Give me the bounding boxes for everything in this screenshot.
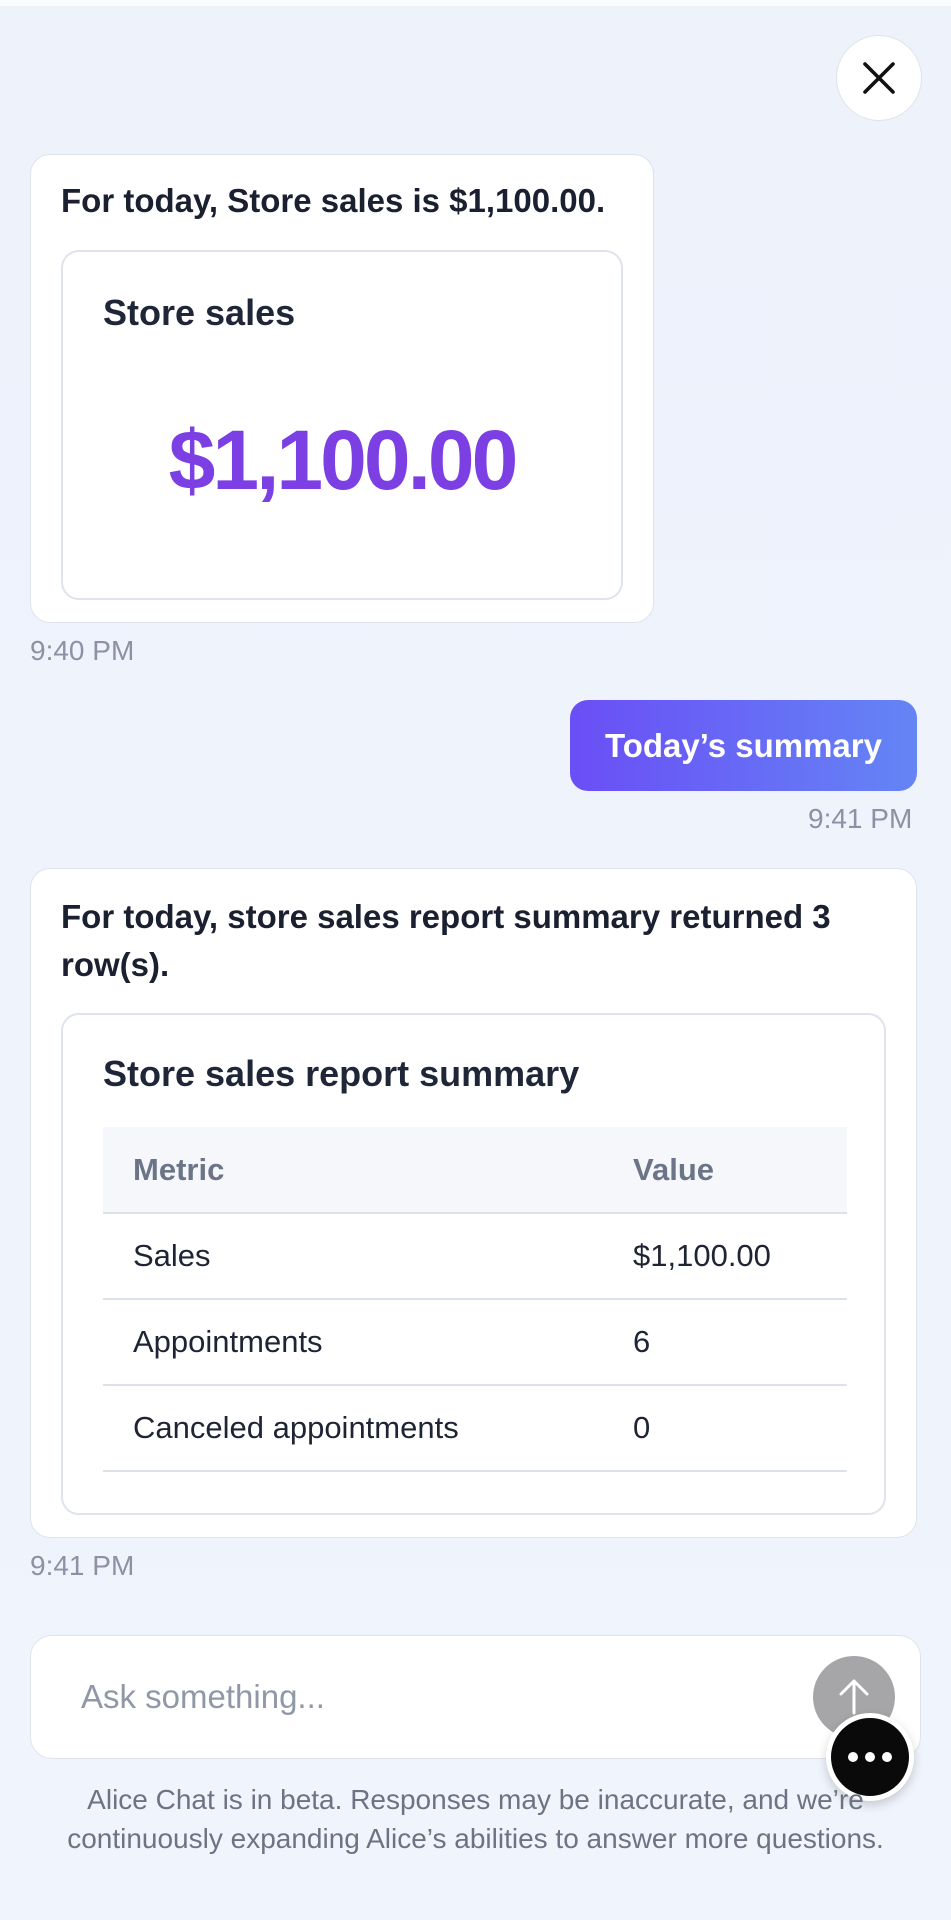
table-cell-value: $1,100.00 xyxy=(603,1213,847,1300)
top-strip xyxy=(0,0,951,6)
close-icon xyxy=(863,62,895,94)
assistant-message-text: For today, store sales report summary re… xyxy=(61,898,831,983)
beta-disclaimer: Alice Chat is in beta. Responses may be … xyxy=(67,1784,884,1854)
user-message-text: Today’s summary xyxy=(605,726,882,764)
message-input[interactable] xyxy=(81,1666,781,1728)
metric-card-title: Store sales xyxy=(103,292,296,333)
column-header-metric: Metric xyxy=(103,1127,603,1214)
metric-card: Store sales $1,100.00 xyxy=(61,250,623,600)
close-button[interactable] xyxy=(836,35,922,121)
metric-card-value: $1,100.00 xyxy=(168,413,519,507)
assistant-message: For today, store sales report summary re… xyxy=(30,868,917,1538)
composer xyxy=(30,1635,921,1759)
report-card-title: Store sales report summary xyxy=(103,1053,580,1094)
message-timestamp: 9:41 PM xyxy=(30,1550,135,1581)
summary-table: Metric Value Sales $1,100.00 Appointment… xyxy=(103,1127,847,1472)
table-header-row: Metric Value xyxy=(103,1127,847,1214)
assistant-message: For today, Store sales is $1,100.00. Sto… xyxy=(30,154,654,623)
table-row: Canceled appointments 0 xyxy=(103,1385,847,1472)
message-timestamp: 9:40 PM xyxy=(30,635,135,666)
table-cell-metric: Appointments xyxy=(103,1299,603,1386)
column-header-value: Value xyxy=(603,1127,847,1214)
table-row: Sales $1,100.00 xyxy=(103,1213,847,1300)
table-cell-value: 0 xyxy=(603,1385,847,1472)
arrow-up-icon xyxy=(839,1679,869,1715)
report-card: Store sales report summary Metric Value … xyxy=(61,1013,886,1515)
assistant-message-text: For today, Store sales is $1,100.00. xyxy=(61,182,606,219)
more-dots-icon xyxy=(848,1752,892,1762)
table-cell-value: 6 xyxy=(603,1299,847,1386)
message-timestamp: 9:41 PM xyxy=(808,803,913,834)
table-row: Appointments 6 xyxy=(103,1299,847,1386)
user-message: Today’s summary xyxy=(570,700,917,791)
table-cell-metric: Sales xyxy=(103,1213,603,1300)
table-cell-metric: Canceled appointments xyxy=(103,1385,603,1472)
